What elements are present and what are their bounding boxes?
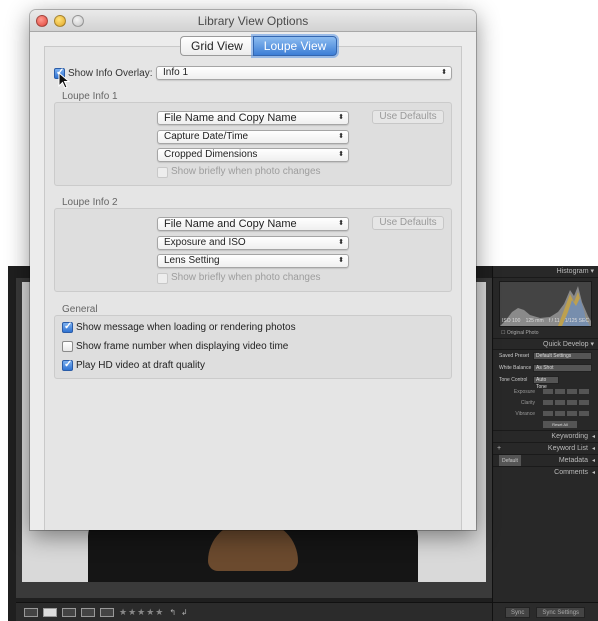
panel-title: Keyword List	[547, 445, 588, 452]
general-title: General	[62, 304, 98, 315]
chevron-updown-icon: ⬍	[338, 133, 344, 140]
field-value: File Name and Copy Name	[164, 218, 297, 230]
loupe-info-2-show-briefly-label: Show briefly when photo changes	[171, 272, 321, 283]
loupe-info-1-title: Loupe Info 1	[62, 91, 118, 102]
field-value: Capture Date/Time	[164, 131, 249, 142]
vibrance-label: Vibrance	[515, 410, 535, 417]
loupe-info-1-use-defaults-button[interactable]: Use Defaults	[372, 110, 444, 124]
panel-header-comments[interactable]: Comments ◂	[493, 466, 598, 478]
show-loading-message-label: Show message when loading or rendering p…	[76, 322, 296, 333]
people-view-icon[interactable]	[100, 607, 114, 617]
loupe-info-1-show-briefly-checkbox[interactable]	[157, 167, 168, 178]
chevron-updown-icon: ⬍	[338, 220, 344, 227]
loupe-info-1-field-1-select[interactable]: File Name and Copy Name ⬍	[157, 111, 349, 125]
loupe-info-1-field-2-select[interactable]: Capture Date/Time ⬍	[157, 130, 349, 144]
clarity-buttons[interactable]	[543, 400, 589, 405]
panel-header-metadata[interactable]: Default Metadata ◂	[493, 454, 598, 467]
panel-title: Quick Develop	[543, 341, 589, 348]
white-balance-select[interactable]: As Shot	[533, 364, 592, 372]
original-photo-label: Original Photo	[506, 330, 539, 336]
view-tabs: Grid View Loupe View	[180, 36, 338, 56]
info-overlay-select[interactable]: Info 1 ⬍	[156, 66, 452, 80]
rotate-right-icon[interactable]: ↲	[181, 608, 188, 617]
white-balance-label: White Balance	[499, 365, 532, 371]
sync-bar: Sync Sync Settings	[493, 602, 598, 621]
field-value: Exposure and ISO	[164, 237, 246, 248]
tone-control-row: Tone Control Auto Tone	[499, 374, 592, 390]
loupe-view-icon[interactable]	[43, 607, 57, 617]
chevron-updown-icon: ⬍	[338, 239, 344, 246]
panel-title: Keywording	[551, 433, 588, 440]
histogram: ISO 100 125 mm f / 11 1/125 SEC	[499, 281, 592, 327]
toolbar: ★★★★★ ↰ ↲	[16, 602, 494, 621]
field-value: File Name and Copy Name	[164, 112, 297, 124]
saved-preset-label: Saved Preset	[499, 353, 530, 359]
tab-grid-view[interactable]: Grid View	[180, 36, 253, 56]
show-info-overlay-label: Show Info Overlay:	[68, 68, 153, 79]
iso-readout: ISO 100	[502, 318, 521, 324]
white-balance-row: White Balance As Shot	[499, 362, 592, 374]
panel-title: Comments	[554, 469, 588, 476]
survey-view-icon[interactable]	[81, 607, 95, 617]
title-bar[interactable]: Library View Options	[30, 10, 476, 32]
panel-header-histogram[interactable]: Histogram ▾	[493, 266, 598, 278]
play-hd-draft-label: Play HD video at draft quality	[76, 360, 205, 371]
saved-preset-row: Saved Preset Default Settings	[499, 350, 592, 362]
panel-header-keyword-list[interactable]: + Keyword List ◂	[493, 442, 598, 454]
shutter-readout: 1/125 SEC	[564, 318, 589, 324]
loupe-info-1-show-briefly-label: Show briefly when photo changes	[171, 166, 321, 177]
tone-control-label: Tone Control	[499, 377, 528, 383]
vibrance-row: Vibrance	[499, 408, 592, 419]
saved-preset-select[interactable]: Default Settings	[533, 352, 592, 360]
right-panel: Histogram ▾ ISO 100 125 mm f / 11 1/125 …	[492, 266, 598, 621]
chevron-updown-icon: ⬍	[338, 114, 344, 121]
play-hd-draft-checkbox[interactable]	[62, 359, 73, 371]
exposure-buttons[interactable]	[543, 389, 589, 394]
reset-all-button[interactable]: Reset All	[543, 421, 577, 428]
dialog-title: Library View Options	[197, 14, 309, 28]
panel-header-keywording[interactable]: Keywording ◂	[493, 430, 598, 442]
info-overlay-value: Info 1	[163, 67, 189, 78]
vibrance-buttons[interactable]	[543, 411, 589, 416]
show-frame-number-label: Show frame number when displaying video …	[76, 341, 289, 352]
tab-loupe-view[interactable]: Loupe View	[252, 36, 338, 56]
panel-title: Histogram	[556, 268, 589, 275]
screen: { "dialog": { "title": "Library View Opt…	[0, 0, 598, 621]
auto-tone-button[interactable]: Auto Tone	[533, 376, 559, 390]
focal-length-readout: 125 mm	[525, 318, 544, 324]
aperture-readout: f / 11	[548, 318, 560, 324]
library-view-options-dialog: Library View Options Grid View Loupe Vie…	[30, 10, 476, 530]
grid-view-icon[interactable]	[24, 607, 38, 617]
chevron-updown-icon: ⬍	[338, 151, 344, 158]
chevron-updown-icon: ⬍	[338, 257, 344, 264]
panel-title: Metadata	[558, 457, 588, 464]
original-photo-checkbox[interactable]: ☐ Original Photo	[493, 330, 598, 338]
chevron-updown-icon: ⬍	[441, 69, 447, 76]
loupe-info-2-title: Loupe Info 2	[62, 197, 118, 208]
field-value: Lens Setting	[164, 255, 220, 266]
show-loading-message-checkbox[interactable]	[62, 321, 73, 333]
compare-view-icon[interactable]	[62, 607, 76, 617]
clarity-label: Clarity	[520, 399, 535, 406]
sync-button[interactable]: Sync	[505, 606, 531, 618]
panel-header-quick-develop[interactable]: Quick Develop ▾	[493, 338, 598, 350]
loupe-info-1-field-3-select[interactable]: Cropped Dimensions ⬍	[157, 148, 349, 162]
loupe-info-2-field-2-select[interactable]: Exposure and ISO ⬍	[157, 236, 349, 250]
exposure-label: Exposure	[513, 388, 535, 395]
show-frame-number-checkbox[interactable]	[62, 341, 73, 352]
loupe-info-2-field-3-select[interactable]: Lens Setting ⬍	[157, 254, 349, 268]
loupe-info-2-show-briefly-checkbox[interactable]	[157, 273, 168, 284]
field-value: Cropped Dimensions	[164, 149, 258, 160]
loupe-info-2-field-1-select[interactable]: File Name and Copy Name ⬍	[157, 217, 349, 231]
loupe-info-2-use-defaults-button[interactable]: Use Defaults	[372, 216, 444, 230]
clarity-row: Clarity	[499, 397, 592, 408]
mouse-pointer-icon	[58, 72, 71, 89]
sync-settings-button[interactable]: Sync Settings	[536, 606, 586, 618]
rating-stars[interactable]: ★★★★★	[119, 607, 164, 618]
rotate-left-icon[interactable]: ↰	[169, 608, 176, 617]
collapse-arrow-icon: ◂	[591, 470, 595, 476]
